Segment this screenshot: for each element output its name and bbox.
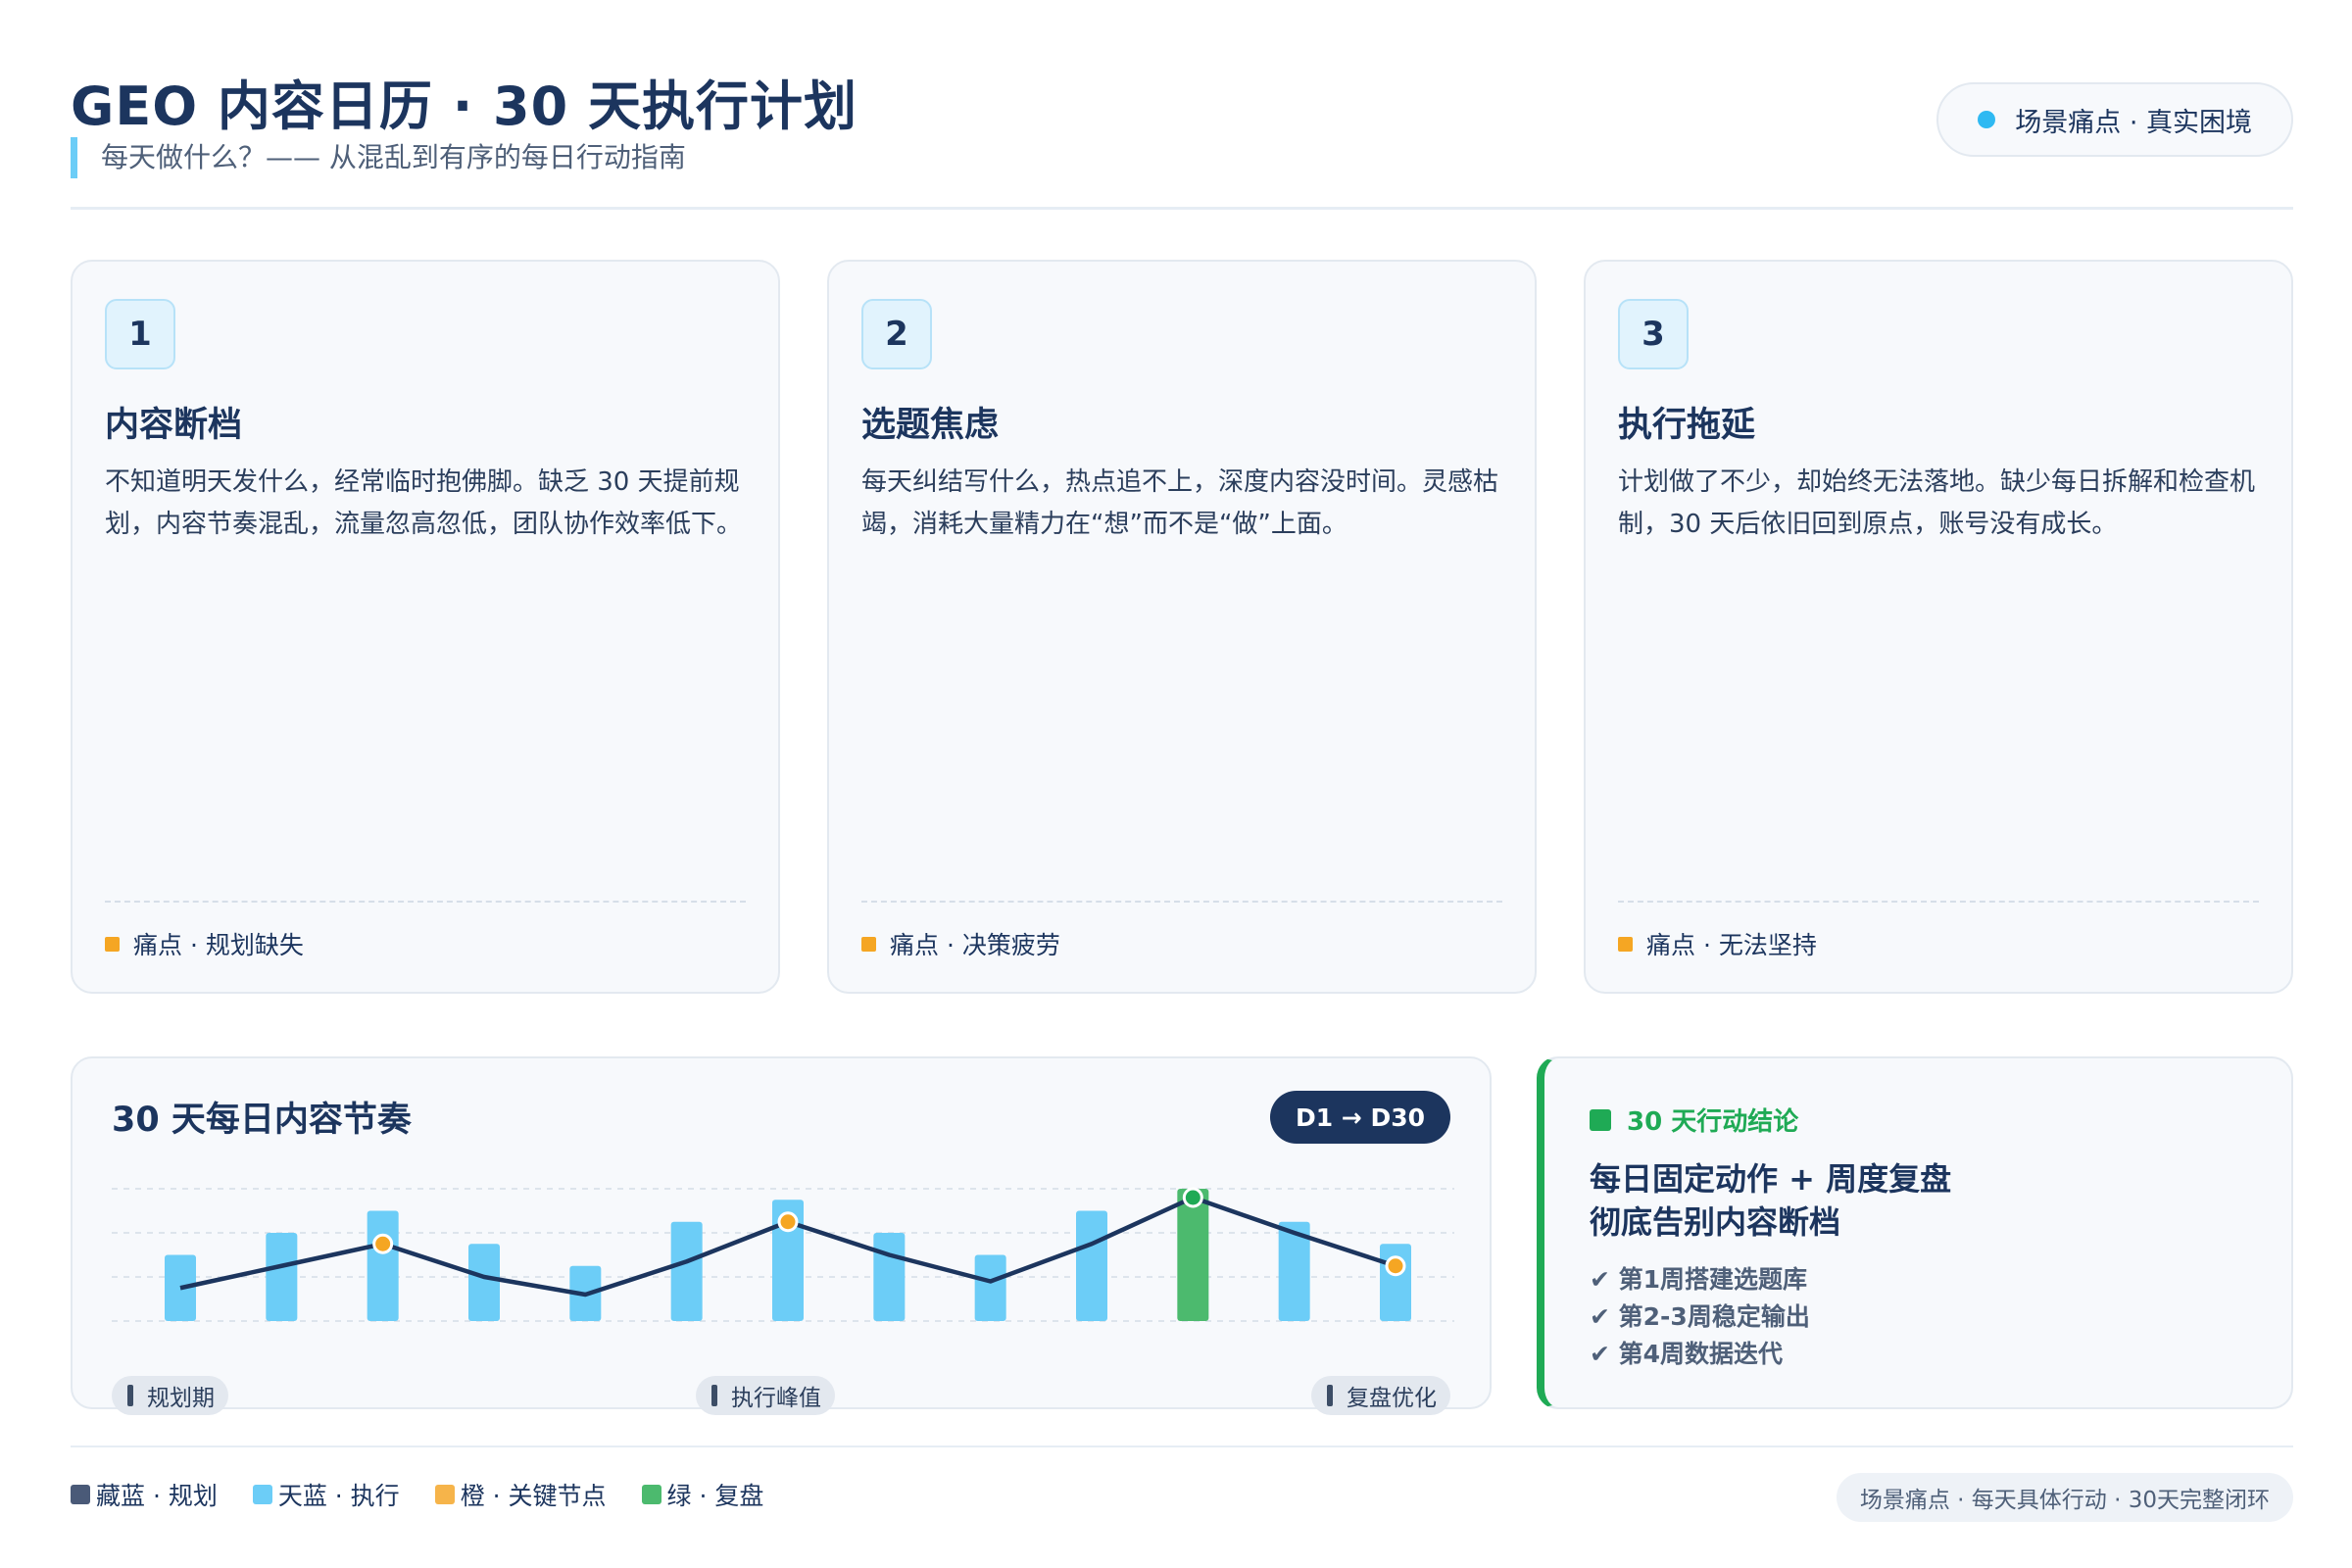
card-tag: 痛点 · 无法坚持	[1618, 926, 1817, 961]
phase-label-text: 复盘优化	[1347, 1386, 1437, 1411]
bar-day-13	[1380, 1244, 1411, 1321]
card-tag-label: 痛点 · 规划缺失	[133, 931, 304, 959]
square-icon	[1618, 936, 1633, 952]
conclusion-item: ✔ 第1周搭建选题库	[1590, 1265, 1808, 1294]
bar-day-11	[1177, 1189, 1209, 1321]
card-tag: 痛点 · 决策疲劳	[861, 926, 1060, 961]
bar-icon	[711, 1385, 717, 1406]
card-divider	[105, 901, 746, 903]
key-node-marker	[1182, 1187, 1203, 1208]
card-description: 每天纠结写什么，热点追不上，深度内容没时间。灵感枯竭，消耗大量精力在“想”而不是…	[861, 467, 1499, 539]
bar-day-10	[1076, 1210, 1107, 1321]
bar-day-3	[367, 1210, 399, 1321]
scene-badge: 场景痛点 · 真实困境	[1936, 82, 2293, 157]
pain-card-1: 1 内容断档 不知道明天发什么，经常临时抱佛脚。缺乏 30 天提前规划，内容节奏…	[71, 260, 780, 994]
card-number: 3	[1618, 299, 1689, 369]
legend-item-review: 绿 · 复盘	[641, 1477, 764, 1512]
legend-swatch	[434, 1485, 455, 1504]
pain-card-3: 3 执行拖延 计划做了不少，却始终无法落地。缺少每日拆解和检查机制，30 天后依…	[1584, 260, 2293, 994]
legend-item-execution: 天蓝 · 执行	[252, 1477, 400, 1512]
legend-label: 绿 · 复盘	[666, 1482, 764, 1510]
page-header: GEO 内容日历 · 30 天执行计划 每天做什么？—— 从混乱到有序的每日行动…	[71, 63, 2293, 210]
legend-item-planning: 藏蓝 · 规划	[71, 1477, 218, 1512]
page-subtitle: 每天做什么？—— 从混乱到有序的每日行动指南	[71, 137, 686, 178]
card-title: 内容断档	[105, 406, 243, 445]
rhythm-chart-panel: 30 天每日内容节奏 D1 → D30 规划期 执行峰值 复盘优化	[71, 1056, 1492, 1415]
card-description: 计划做了不少，却始终无法落地。缺少每日拆解和检查机制，30 天后依旧回到原点，账…	[1618, 467, 2256, 539]
square-icon	[861, 936, 876, 952]
key-node-marker	[777, 1211, 799, 1233]
bar-icon	[127, 1385, 133, 1406]
card-description: 不知道明天发什么，经常临时抱佛脚。缺乏 30 天提前规划，内容节奏混乱，流量忽高…	[105, 467, 743, 539]
card-title: 执行拖延	[1618, 406, 1756, 445]
key-node-marker	[1385, 1255, 1406, 1277]
square-icon	[105, 936, 120, 952]
card-number: 2	[861, 299, 932, 369]
legend-label: 天蓝 · 执行	[277, 1482, 400, 1510]
legend-item-key-node: 橙 · 关键节点	[434, 1477, 607, 1512]
conclusion-heading: 30 天行动结论	[1590, 1102, 1798, 1138]
phase-label-review: 复盘优化	[1311, 1376, 1450, 1415]
card-divider	[861, 901, 1502, 903]
dot-icon	[1978, 111, 1996, 128]
bar-day-8	[873, 1233, 906, 1321]
legend-label: 藏蓝 · 规划	[96, 1482, 218, 1510]
phase-label-text: 执行峰值	[731, 1386, 821, 1411]
card-tag-label: 痛点 · 决策疲劳	[890, 931, 1060, 959]
page-title: GEO 内容日历 · 30 天执行计划	[71, 75, 858, 137]
legend-swatch	[71, 1485, 90, 1504]
bar-day-9	[974, 1254, 1006, 1321]
card-divider	[1618, 901, 2259, 903]
pain-card-2: 2 选题焦虑 每天纠结写什么，热点追不上，深度内容没时间。灵感枯竭，消耗大量精力…	[827, 260, 1537, 994]
legend-swatch	[641, 1485, 662, 1504]
scene-badge-label: 场景痛点 · 真实困境	[2015, 107, 2252, 138]
phase-label-planning: 规划期	[112, 1376, 228, 1415]
bar-day-6	[670, 1221, 703, 1321]
conclusion-item: ✔ 第4周数据迭代	[1590, 1340, 1784, 1368]
legend-label: 橙 · 关键节点	[460, 1482, 607, 1510]
square-icon	[1590, 1108, 1611, 1131]
rhythm-chart	[112, 1187, 1454, 1322]
conclusion-line-2: 彻底告别内容断档	[1590, 1203, 1841, 1241]
bar-icon	[1327, 1385, 1333, 1406]
conclusion-panel: 30 天行动结论 每日固定动作 + 周度复盘 彻底告别内容断档 ✔ 第1周搭建选…	[1537, 1056, 2293, 1409]
pain-point-cards: 1 内容断档 不知道明天发什么，经常临时抱佛脚。缺乏 30 天提前规划，内容节奏…	[71, 260, 2293, 994]
card-tag-label: 痛点 · 无法坚持	[1646, 931, 1817, 959]
phase-label-peak: 执行峰值	[696, 1376, 835, 1415]
bar-day-2	[266, 1233, 298, 1321]
conclusion-heading-label: 30 天行动结论	[1627, 1107, 1799, 1137]
card-number: 1	[105, 299, 175, 369]
conclusion-item: ✔ 第2-3周稳定输出	[1590, 1302, 1810, 1331]
bar-day-4	[468, 1244, 500, 1321]
card-tag: 痛点 · 规划缺失	[105, 926, 304, 961]
legend-swatch	[252, 1485, 272, 1504]
page-footer: 藏蓝 · 规划 天蓝 · 执行 橙 · 关键节点 绿 · 复盘 场景痛点 · 每…	[71, 1446, 2293, 1524]
card-title: 选题焦虑	[861, 406, 1000, 445]
color-legend: 藏蓝 · 规划 天蓝 · 执行 橙 · 关键节点 绿 · 复盘	[71, 1477, 799, 1512]
footer-badge: 场景痛点 · 每天具体行动 · 30天完整闭环	[1836, 1473, 2293, 1522]
key-node-marker	[372, 1233, 394, 1254]
phase-label-text: 规划期	[147, 1386, 215, 1411]
conclusion-line-1: 每日固定动作 + 周度复盘	[1590, 1160, 1952, 1198]
